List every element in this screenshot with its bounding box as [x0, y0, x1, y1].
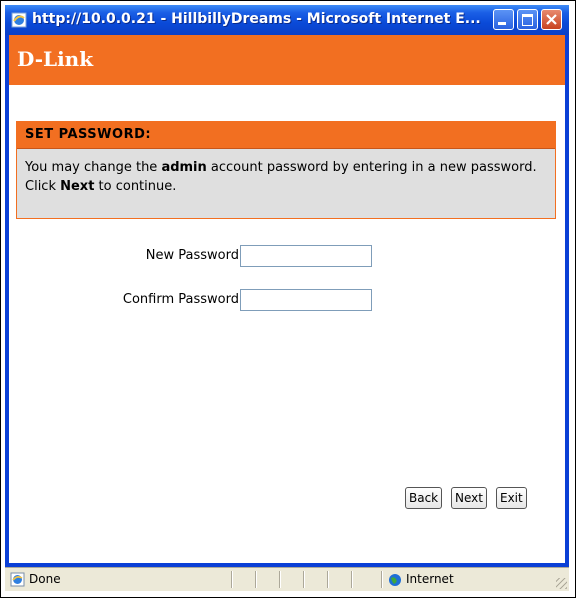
- status-text: Done: [29, 572, 61, 586]
- resize-grip[interactable]: [556, 578, 567, 589]
- panel-description: You may change the admin account passwor…: [25, 158, 545, 196]
- status-divider: [255, 571, 256, 588]
- page-done-icon: [10, 572, 25, 587]
- ie-icon: [11, 12, 27, 28]
- title-bar[interactable]: http://10.0.0.21 - HillbillyDreams - Mic…: [5, 5, 569, 35]
- brand-header: D-Link: [9, 35, 565, 86]
- status-bar: Done Internet: [5, 567, 569, 591]
- status-divider: [231, 571, 232, 588]
- close-icon: [546, 14, 557, 25]
- close-button[interactable]: [541, 9, 562, 30]
- status-divider: [303, 571, 304, 588]
- maximize-button[interactable]: [517, 9, 538, 30]
- new-password-input[interactable]: [240, 245, 372, 267]
- new-password-label: New Password: [145, 248, 239, 263]
- dlink-logo: D-Link: [17, 47, 94, 71]
- minimize-button[interactable]: [493, 9, 514, 30]
- desc-text-1: You may change the: [25, 160, 162, 175]
- panel-heading: SET PASSWORD:: [25, 127, 152, 142]
- desc-bold-admin: admin: [161, 160, 207, 175]
- status-divider: [279, 571, 280, 588]
- status-divider: [351, 571, 352, 588]
- status-divider: [381, 571, 382, 588]
- panel-header: SET PASSWORD:: [17, 122, 555, 149]
- internet-globe-icon: [388, 572, 402, 586]
- window-title: http://10.0.0.21 - HillbillyDreams - Mic…: [32, 11, 481, 27]
- set-password-panel: SET PASSWORD: You may change the admin a…: [16, 121, 556, 219]
- next-button[interactable]: Next: [451, 487, 487, 509]
- status-divider: [327, 571, 328, 588]
- page-content: D-Link SET PASSWORD: You may change the …: [9, 35, 565, 563]
- security-zone-text: Internet: [406, 572, 454, 586]
- desc-bold-next: Next: [60, 179, 95, 194]
- desc-text-3: to continue.: [94, 179, 177, 194]
- browser-window: http://10.0.0.21 - HillbillyDreams - Mic…: [5, 5, 569, 591]
- confirm-password-label: Confirm Password: [122, 292, 239, 307]
- exit-button[interactable]: Exit: [496, 487, 527, 509]
- confirm-password-input[interactable]: [240, 289, 372, 311]
- back-button[interactable]: Back: [405, 487, 443, 509]
